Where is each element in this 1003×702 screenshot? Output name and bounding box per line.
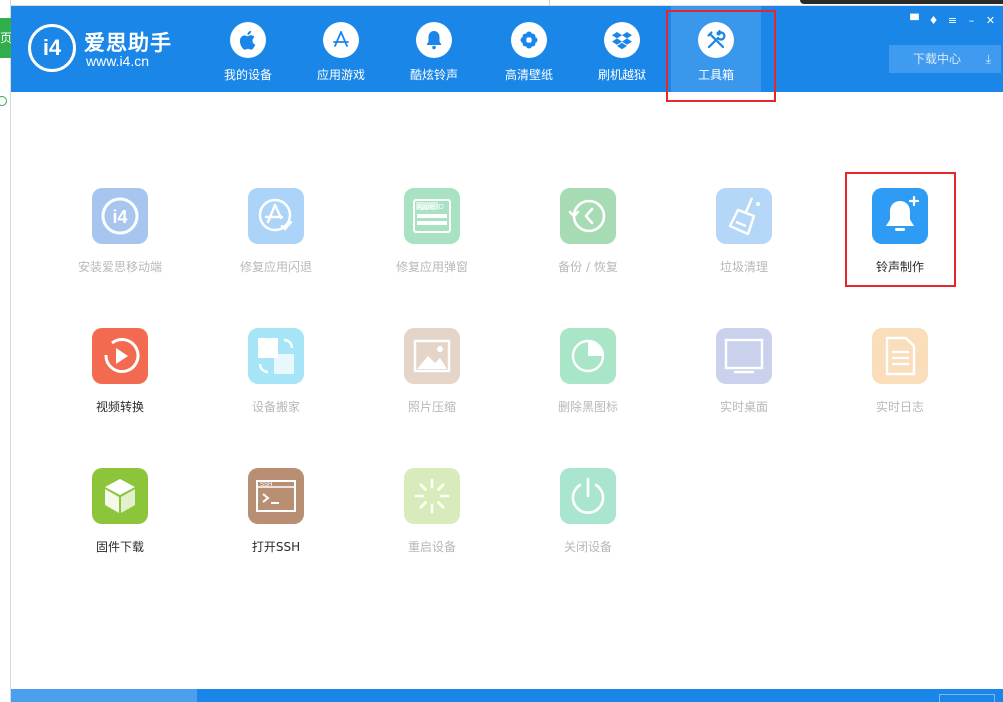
tool-label: 备份 / 恢复 [558,260,618,274]
desktop-icon [716,328,772,384]
ssh-terminal-icon: SSH [248,468,304,524]
tool-realtime-desktop[interactable]: 实时桌面 [684,328,804,428]
app-fix-icon [248,188,304,244]
tool-label: 修复应用闪退 [239,260,312,274]
power-icon [560,468,616,524]
tool-label: 重启设备 [407,540,456,554]
ssh-glyph-text: SSH [260,482,272,488]
nav-label: 应用游戏 [316,68,365,82]
tool-ringtone-maker[interactable]: 铃声制作 [840,188,960,288]
nav-ringtones[interactable]: 酷炫铃声 [389,22,479,84]
nav-label: 酷炫铃声 [409,68,458,82]
nav-flash-jailbreak[interactable]: 刷机越狱 [577,22,667,84]
backup-restore-icon [560,188,616,244]
tool-label: 打开SSH [251,540,301,554]
nav-apps-games[interactable]: 应用游戏 [296,22,386,84]
bell-icon [416,22,452,58]
tool-label: 铃声制作 [875,260,924,274]
broom-icon [716,188,772,244]
nav-label: 高清壁纸 [504,68,553,82]
tools-icon [698,22,734,58]
tool-open-ssh[interactable]: SSH 打开SSH [216,468,336,568]
tool-firmware-download[interactable]: 固件下载 [60,468,180,568]
apple-icon [230,22,266,58]
tool-label: 固件下载 [95,540,144,554]
minimize-icon[interactable]: – [963,13,980,29]
dropbox-icon [604,22,640,58]
log-icon [872,328,928,384]
background-green-tab[interactable]: 页 [0,18,11,58]
background-dark-bar [800,0,1003,4]
nav-toolbox[interactable]: 工具箱 [671,6,761,92]
device-migrate-icon [248,328,304,384]
video-convert-icon [92,328,148,384]
brand-url: www.i4.cn [86,53,150,69]
tool-label: 删除黑图标 [557,400,618,414]
close-icon[interactable]: ✕ [982,13,999,29]
download-center-button[interactable]: 下载中心 ⤓ [889,45,1001,73]
restart-icon [404,468,460,524]
menu-icon[interactable]: ≡ [944,13,961,29]
status-bar-segment[interactable] [11,689,197,702]
i4-logo-icon: i4 [28,24,76,72]
nav-label: 我的设备 [223,68,272,82]
nav-wallpapers[interactable]: 高清壁纸 [484,22,574,84]
skin-icon[interactable]: ♦ [925,13,942,29]
tool-label: 视频转换 [95,400,144,414]
status-bar [11,689,1003,702]
apple-id-glyph-text: Apple ID [417,204,444,211]
tool-photo-compress[interactable]: 照片压缩 [372,328,492,428]
tool-install-i4-mobile[interactable]: i4 安装爱思移动端 [60,188,180,288]
tool-restart-device[interactable]: 重启设备 [372,468,492,568]
i4-glyph-text: i4 [112,207,127,227]
tool-fix-app-crash[interactable]: 修复应用闪退 [216,188,336,288]
nav-my-device[interactable]: 我的设备 [203,22,293,84]
tool-label: 实时桌面 [719,400,768,414]
tool-label: 安装爱思移动端 [77,260,162,274]
download-icon: ⤓ [985,52,991,66]
tool-backup-restore[interactable]: 备份 / 恢复 [528,188,648,288]
app-store-icon [323,22,359,58]
tool-junk-cleanup[interactable]: 垃圾清理 [684,188,804,288]
photo-compress-icon [404,328,460,384]
screen: 页 i4 爱思助手 www.i4.cn 我的设备 应用游戏 酷炫铃声 高清壁纸 … [0,0,1003,702]
tool-label: 照片压缩 [407,400,456,414]
tool-device-migrate[interactable]: 设备搬家 [216,328,336,428]
tool-label: 设备搬家 [251,400,300,414]
tool-fix-app-popup[interactable]: Apple ID 修复应用弹窗 [372,188,492,288]
i4-app-window: i4 爱思助手 www.i4.cn 我的设备 应用游戏 酷炫铃声 高清壁纸 刷机… [11,6,1003,702]
feedback-icon[interactable]: ▀ [906,13,923,29]
app-header: i4 爱思助手 www.i4.cn 我的设备 应用游戏 酷炫铃声 高清壁纸 刷机… [11,6,1003,92]
window-controls: ▀ ♦ ≡ – ✕ [904,9,999,27]
apple-id-icon: Apple ID [404,188,460,244]
tool-label: 修复应用弹窗 [395,260,468,274]
i4-app-icon: i4 [92,188,148,244]
tool-delete-black-icons[interactable]: 删除黑图标 [528,328,648,428]
firmware-box-icon [92,468,148,524]
download-center-label: 下载中心 [913,52,962,66]
nav-label: 工具箱 [697,68,734,82]
tool-shutdown-device[interactable]: 关闭设备 [528,468,648,568]
delete-icon-icon [560,328,616,384]
ringtone-bell-icon [872,188,928,244]
tool-label: 实时日志 [875,400,924,414]
status-bar-right-tab[interactable] [939,694,995,702]
flower-icon [511,22,547,58]
nav-label: 刷机越狱 [597,68,646,82]
tool-realtime-log[interactable]: 实时日志 [840,328,960,428]
tool-label: 垃圾清理 [719,260,768,274]
tool-video-convert[interactable]: 视频转换 [60,328,180,428]
tool-label: 关闭设备 [563,540,612,554]
